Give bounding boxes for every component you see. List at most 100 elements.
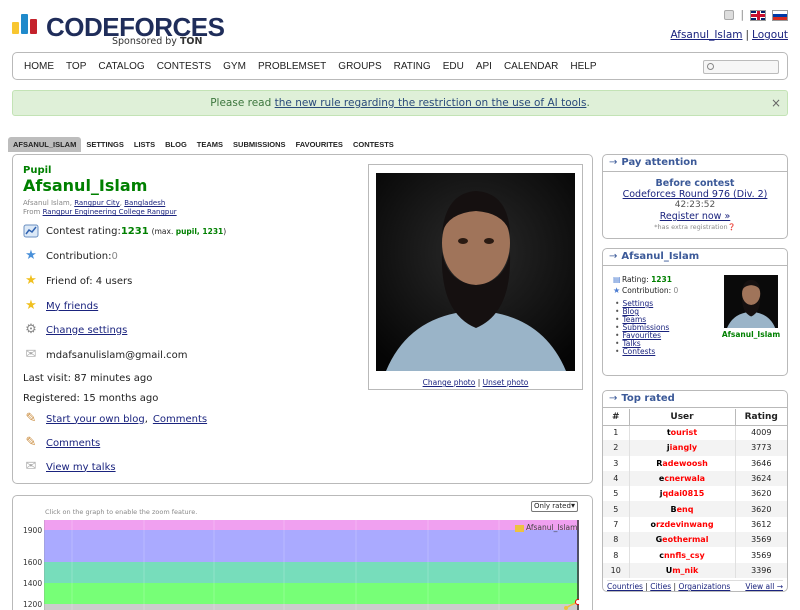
user-sidebar-links: Settings Blog Teams Submissions Favourit… <box>615 300 669 356</box>
header-profile-link[interactable]: Afsanul_Islam <box>670 29 742 41</box>
rating-graph-box[interactable]: Click on the graph to enable the zoom fe… <box>12 495 593 610</box>
arrow-icon: → <box>609 393 618 404</box>
profile-box: Pupil Afsanul_Islam Afsanul Islam, Rangp… <box>12 154 593 484</box>
menu-top[interactable]: TOP <box>60 61 92 72</box>
organizations-link[interactable]: Organizations <box>678 582 730 591</box>
view-all-link[interactable]: View all → <box>745 582 783 591</box>
rank-cell: 5 <box>603 486 630 502</box>
start-blog-link[interactable]: Start your own blog <box>46 414 145 425</box>
profile-submenu: AFSANUL_ISLAM SETTINGS LISTS BLOG TEAMS … <box>8 137 399 152</box>
city-link[interactable]: Rangpur City <box>74 199 120 207</box>
tab-blog[interactable]: BLOG <box>160 137 192 152</box>
menu-problemset[interactable]: PROBLEMSET <box>252 61 332 72</box>
comments-link[interactable]: Comments <box>46 438 100 449</box>
user-link[interactable]: Benq <box>629 501 736 517</box>
user-link[interactable]: tourist <box>629 425 736 441</box>
tab-contests[interactable]: CONTESTS <box>348 137 399 152</box>
table-row: 8 Geothermal 3569 <box>603 532 787 548</box>
settings-row: ⚙ Change settings <box>23 322 127 338</box>
rating-cell: 3569 <box>751 550 772 560</box>
country-link[interactable]: Bangladesh <box>124 199 165 207</box>
top-rated-box: → Top rated # User Rating 1 tourist 4009 2 ji… <box>602 390 788 592</box>
rating-cell: 4009 <box>751 428 772 438</box>
table-row: 5 jqdai0815 3620 <box>603 486 787 502</box>
menu-groups[interactable]: GROUPS <box>332 61 387 72</box>
english-flag-icon[interactable] <box>750 9 766 21</box>
tab-lists[interactable]: LISTS <box>129 137 160 152</box>
blog-row: ✎ Start your own blog, Comments <box>23 411 208 427</box>
register-link[interactable]: Register now » <box>660 211 731 222</box>
menu-gym[interactable]: GYM <box>217 61 252 72</box>
search-input[interactable] <box>703 60 779 74</box>
organization-link[interactable]: Rangpur Engineering College Rangpur <box>43 208 177 216</box>
email-value: mdafsanulislam@gmail.com <box>46 349 188 361</box>
user-link[interactable]: Geothermal <box>629 532 736 548</box>
cities-link[interactable]: Cities <box>650 582 671 591</box>
talks-row: ✉ View my talks <box>23 459 116 475</box>
rating-cell: 3646 <box>751 458 772 468</box>
table-row: 10 Um_nik 3396 <box>603 562 787 578</box>
user-sidebar-title: → Afsanul_Islam <box>603 249 787 266</box>
envelope-icon: ✉ <box>25 347 37 362</box>
contest-link[interactable]: Codeforces Round 976 (Div. 2) <box>623 189 768 200</box>
arrow-icon: → <box>609 157 618 168</box>
my-friends-link[interactable]: My friends <box>46 301 98 312</box>
russian-flag-icon[interactable] <box>772 9 788 21</box>
menu-api[interactable]: API <box>470 61 498 72</box>
tab-settings[interactable]: SETTINGS <box>81 137 129 152</box>
graph-filter-select[interactable]: Only rated <box>531 501 578 512</box>
menu-help[interactable]: HELP <box>564 61 602 72</box>
y-tick-label: 1600 <box>23 558 43 567</box>
user-link[interactable]: jqdai0815 <box>629 486 736 502</box>
user-link[interactable]: orzdevinwang <box>629 516 736 533</box>
menu-home[interactable]: HOME <box>18 61 60 72</box>
logo-bars-icon <box>12 12 42 34</box>
codeforces-logo[interactable]: CODEFORCES Sponsored by TON <box>12 12 225 47</box>
tab-profile[interactable]: AFSANUL_ISLAM <box>8 137 82 152</box>
info-icon: ❓ <box>727 223 736 231</box>
user-link[interactable]: ecnerwala <box>629 470 736 487</box>
menu-rating[interactable]: RATING <box>388 61 437 72</box>
sidebar-link-contests[interactable]: Contests <box>622 347 655 356</box>
logout-link[interactable]: Logout <box>752 29 788 41</box>
rank-cell: 8 <box>603 532 630 548</box>
tab-submissions[interactable]: SUBMISSIONS <box>228 137 291 152</box>
user-link[interactable]: Um_nik <box>629 562 736 578</box>
user-link[interactable]: jiangly <box>629 440 736 456</box>
star-icon: ★ <box>25 248 37 263</box>
max-rating: (max. pupil, 1231) <box>151 226 227 236</box>
menu-calendar[interactable]: CALENDAR <box>498 61 564 72</box>
user-link[interactable]: Radewoosh <box>629 455 736 471</box>
rating-plot[interactable] <box>44 520 579 610</box>
rank-cell: 1 <box>603 425 630 441</box>
blog-comments-link[interactable]: Comments <box>153 414 207 425</box>
rank-cell: 10 <box>603 562 630 578</box>
star-icon: ★ <box>613 286 621 295</box>
user-location: Afsanul Islam, Rangpur City, Bangladesh … <box>23 199 177 216</box>
menu-contests[interactable]: CONTESTS <box>151 61 217 72</box>
tab-favourites[interactable]: FAVOURITES <box>291 137 348 152</box>
table-row: 7 orzdevinwang 3612 <box>603 516 787 533</box>
close-icon[interactable]: × <box>771 91 781 115</box>
countries-link[interactable]: Countries <box>607 582 643 591</box>
change-photo-link[interactable]: Change photo <box>423 378 476 387</box>
view-talks-link[interactable]: View my talks <box>46 462 116 473</box>
main-menu: HOME TOP CATALOG CONTESTS GYM PROBLEMSET… <box>12 52 788 80</box>
menu-catalog[interactable]: CATALOG <box>92 61 150 72</box>
user-link[interactable]: cnnfls_csy <box>629 547 736 563</box>
unset-photo-link[interactable]: Unset photo <box>483 378 529 387</box>
table-row: 5 Benq 3620 <box>603 501 787 517</box>
rating-chart-icon <box>23 223 39 239</box>
tab-teams[interactable]: TEAMS <box>192 137 228 152</box>
blog-icon: ✎ <box>25 411 37 426</box>
friend-of-row: ★ Friend of: 4 users <box>23 273 132 289</box>
search-icon <box>707 63 714 70</box>
avatar-handle[interactable]: Afsanul_Islam <box>716 330 786 339</box>
change-settings-link[interactable]: Change settings <box>46 325 127 336</box>
ai-rule-link[interactable]: the new rule regarding the restriction o… <box>275 97 587 109</box>
avatar[interactable] <box>724 275 778 328</box>
pay-attention-box: → Pay attention Before contest Codeforces… <box>602 154 788 239</box>
menu-edu[interactable]: EDU <box>437 61 470 72</box>
profile-photo <box>376 173 575 371</box>
contribution-value: 0 <box>111 250 118 262</box>
